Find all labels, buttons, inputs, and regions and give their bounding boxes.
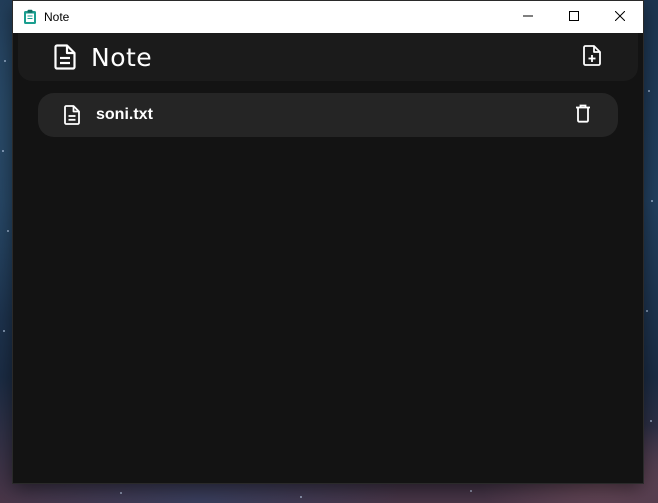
app-window: Note Note soni.txt [13, 1, 643, 483]
new-note-button[interactable] [572, 37, 612, 77]
minimize-icon [523, 10, 533, 24]
window-titlebar[interactable]: Note [13, 1, 643, 33]
file-plus-icon [583, 44, 601, 70]
delete-note-button[interactable] [565, 97, 601, 133]
note-file-name: soni.txt [96, 106, 153, 123]
minimize-button[interactable] [505, 1, 551, 33]
page-title: Note [91, 42, 153, 72]
maximize-button[interactable] [551, 1, 597, 33]
window-title: Note [44, 10, 70, 24]
close-icon [614, 10, 626, 24]
app-header: Note [18, 33, 638, 81]
note-list-item[interactable]: soni.txt [38, 93, 618, 137]
document-icon [52, 44, 78, 70]
app-content: Note soni.txt [13, 33, 643, 483]
close-button[interactable] [597, 1, 643, 33]
maximize-icon [569, 10, 579, 24]
clipboard-app-icon [22, 9, 38, 25]
trash-icon [575, 104, 591, 127]
document-icon [61, 104, 83, 126]
